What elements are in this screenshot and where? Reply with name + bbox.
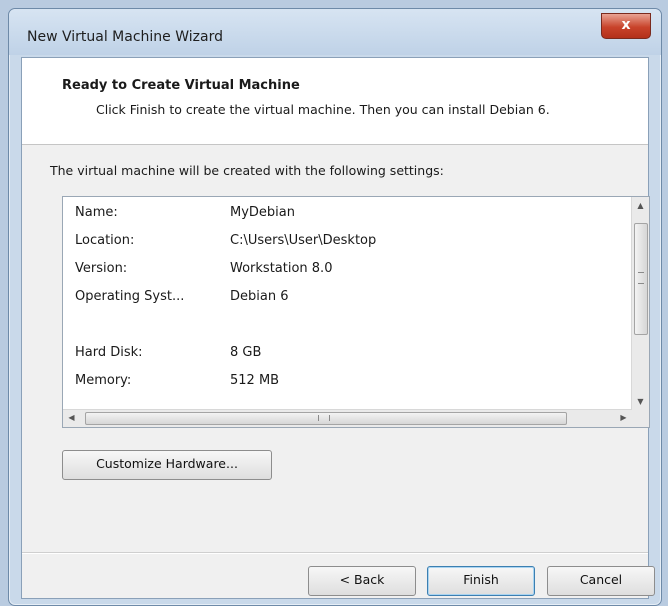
setting-value: 512 MB (230, 373, 280, 388)
vertical-scrollbar[interactable]: ▲ ▼ (631, 197, 649, 410)
setting-value: MyDebian (230, 205, 295, 220)
page-subtitle: Click Finish to create the virtual machi… (96, 102, 550, 117)
vertical-scroll-thumb[interactable] (634, 223, 648, 335)
close-button[interactable]: x (601, 13, 651, 39)
header-band: Ready to Create Virtual Machine Click Fi… (22, 58, 648, 145)
finish-button[interactable]: Finish (427, 566, 535, 596)
scroll-up-arrow-icon[interactable]: ▲ (632, 201, 649, 210)
setting-key: Name: (75, 205, 118, 220)
close-icon: x (621, 17, 631, 33)
settings-list[interactable]: Name: MyDebian Location: C:\Users\User\D… (62, 196, 650, 428)
horizontal-scrollbar[interactable]: ◀ ▶ (63, 409, 632, 427)
setting-key: Operating Syst... (75, 289, 185, 304)
setting-key: Version: (75, 261, 128, 276)
settings-intro-text: The virtual machine will be created with… (50, 163, 444, 178)
window-title: New Virtual Machine Wizard (27, 29, 223, 45)
horizontal-scroll-thumb[interactable] (85, 412, 567, 425)
customize-hardware-button[interactable]: Customize Hardware... (62, 450, 272, 480)
cancel-button[interactable]: Cancel (547, 566, 655, 596)
setting-key: Memory: (75, 373, 132, 388)
setting-value: 8 GB (230, 345, 262, 360)
back-button[interactable]: < Back (308, 566, 416, 596)
scroll-down-arrow-icon[interactable]: ▼ (632, 397, 649, 406)
setting-value: Debian 6 (230, 289, 289, 304)
setting-key: Hard Disk: (75, 345, 143, 360)
title-bar[interactable]: New Virtual Machine Wizard x (9, 9, 661, 55)
grip-icon (638, 272, 644, 284)
setting-value: C:\Users\User\Desktop (230, 233, 377, 248)
footer-separator (22, 552, 648, 554)
setting-key: Location: (75, 233, 135, 248)
page-title: Ready to Create Virtual Machine (62, 78, 300, 93)
wizard-window: New Virtual Machine Wizard x Ready to Cr… (8, 8, 662, 606)
scrollbar-corner (632, 410, 649, 427)
wizard-content: Ready to Create Virtual Machine Click Fi… (21, 57, 655, 599)
scroll-left-arrow-icon[interactable]: ◀ (63, 413, 80, 422)
grip-icon (318, 415, 330, 421)
setting-value: Workstation 8.0 (230, 261, 333, 276)
scroll-right-arrow-icon[interactable]: ▶ (615, 413, 632, 422)
